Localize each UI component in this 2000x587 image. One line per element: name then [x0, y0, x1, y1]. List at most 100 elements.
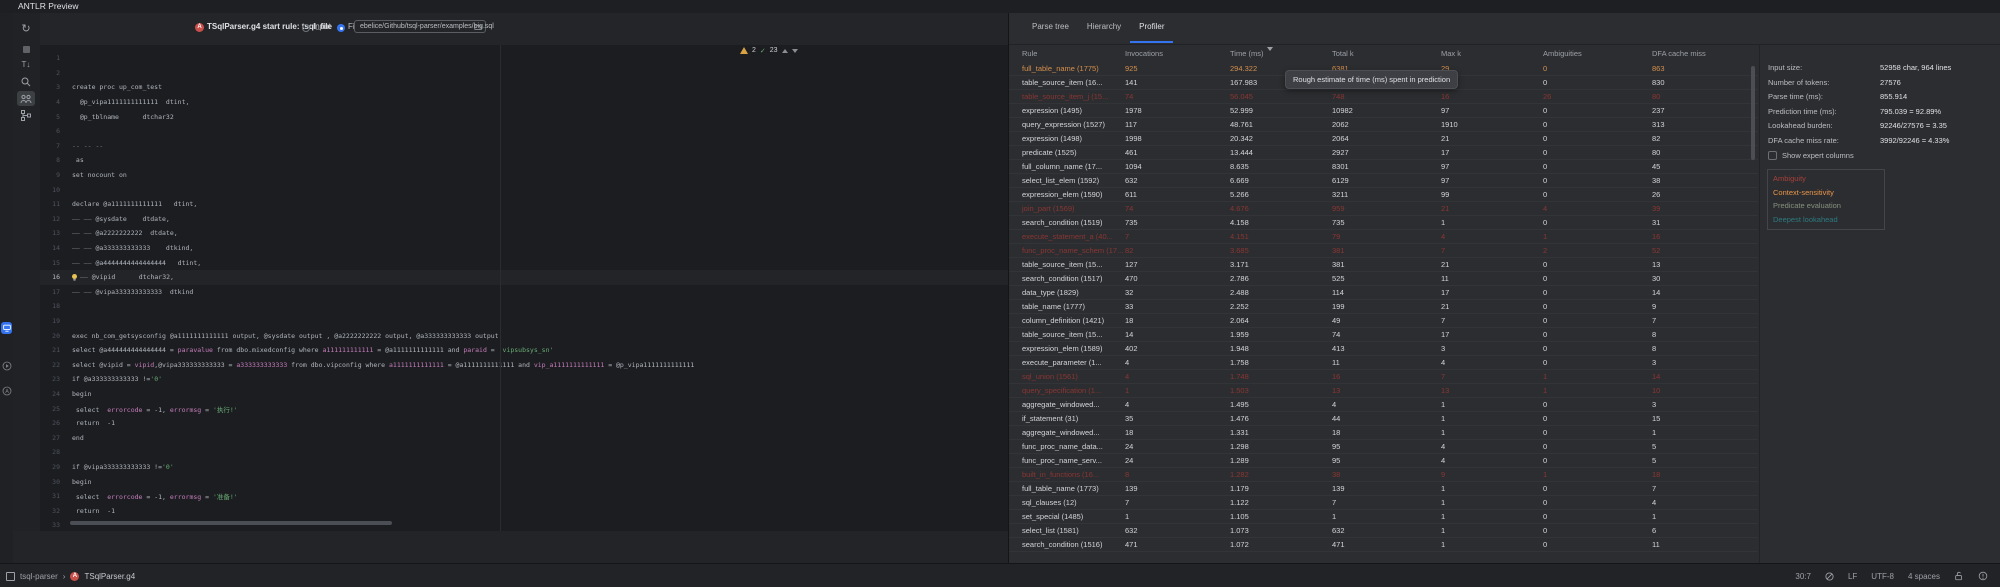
profiler-row[interactable]: data_type (1829)322.48811417014 — [1009, 286, 1758, 300]
code-line: 22select @vipid = vipid,@vipa33333333333… — [40, 357, 1008, 372]
code-line: 25 select errorcode = -1, errormsg = '执行… — [40, 401, 1008, 416]
code-line: 6 — [40, 124, 1008, 139]
line-number: 7 — [40, 142, 60, 150]
profiler-row[interactable]: func_proc_name_schem (17...823.685381725… — [1009, 244, 1758, 258]
profiler-row[interactable]: expression_elem (1590)6115.266321199026 — [1009, 188, 1758, 202]
profiler-row[interactable]: sql_union (1561)41.748167114 — [1009, 370, 1758, 384]
profiler-row[interactable]: search_condition (1519)7354.1587351031 — [1009, 216, 1758, 230]
show-expert-columns[interactable]: Show expert columns — [1768, 151, 1854, 160]
breadcrumb-project[interactable]: tsql-parser — [20, 572, 58, 581]
chevron-down-icon[interactable] — [792, 49, 798, 53]
column-header-ca[interactable]: Ambiguities — [1543, 47, 1582, 61]
antlr-grammar-tool-icon[interactable]: A — [1, 385, 12, 397]
stat-row: Prediction time (ms):795.039 = 92.89% — [1760, 105, 2000, 119]
indent-setting[interactable]: 4 spaces — [1908, 572, 1940, 581]
breadcrumb: tsql-parser › A TSqlParser.g4 — [0, 572, 135, 581]
profiler-row[interactable]: full_table_name (1773)1391.179139107 — [1009, 482, 1758, 496]
column-header-ci[interactable]: Invocations — [1125, 47, 1163, 61]
antlr-preview-tool-icon[interactable] — [1, 322, 12, 334]
stop-icon[interactable] — [17, 42, 35, 57]
profiler-row[interactable]: table_source_item_j (15...7456.045748162… — [1009, 90, 1758, 104]
code-line: 29if @vipa333333333333 !='0' — [40, 460, 1008, 475]
file-path-field[interactable]: ebelice/Github/tsql-parser/examples/big.… — [354, 20, 486, 33]
scroll-to-source-icon[interactable]: T↓ — [17, 57, 35, 72]
tab-profiler[interactable]: Profiler — [1130, 13, 1173, 43]
profiler-row[interactable]: predicate (1525)46113.444292717080 — [1009, 146, 1758, 160]
profiler-row[interactable]: table_source_item (15...141.959741708 — [1009, 328, 1758, 342]
column-header-ck[interactable]: Total k — [1332, 47, 1354, 61]
chevron-up-icon[interactable] — [782, 49, 788, 53]
code-line: 15—— —— @a4444444444444444 dtint, — [40, 255, 1008, 270]
caret-position[interactable]: 30:7 — [1795, 572, 1811, 581]
code-line: 23if @a333333333333 !='0' — [40, 372, 1008, 387]
code-line: 26 return -1 — [40, 416, 1008, 431]
profiler-row[interactable]: built_in_functions (16...81.282389118 — [1009, 468, 1758, 482]
profiler-row[interactable]: query_specification (1...11.5031313110 — [1009, 384, 1758, 398]
antlr-right-panel: Parse treeHierarchyProfiler Rule Invocati… — [1008, 13, 2000, 563]
structure-icon[interactable] — [17, 108, 35, 123]
profiler-row[interactable]: expression (1498)199820.342206421082 — [1009, 132, 1758, 146]
tab-hierarchy[interactable]: Hierarchy — [1078, 13, 1130, 43]
breadcrumb-file[interactable]: TSqlParser.g4 — [84, 572, 135, 581]
profiler-row[interactable]: expression_elem (1589)4021.948413308 — [1009, 342, 1758, 356]
editor-horizontal-scrollbar[interactable] — [70, 521, 392, 525]
refresh-icon[interactable]: ↻ — [17, 21, 35, 36]
profiler-row[interactable]: aggregate_windowed...41.4954103 — [1009, 398, 1758, 412]
line-number: 26 — [40, 419, 60, 427]
line-number: 2 — [40, 69, 60, 77]
profiler-scrollbar[interactable] — [1751, 66, 1755, 160]
code-line: 7-- -- -- — [40, 139, 1008, 154]
find-icon[interactable] — [17, 74, 35, 89]
checkbox-icon[interactable] — [1768, 151, 1777, 160]
code-line: 21select @a444444444444444 = paravalue f… — [40, 343, 1008, 358]
input-radio[interactable] — [302, 24, 310, 32]
input-radio-label[interactable]: Input — [313, 22, 331, 31]
profiler-row[interactable]: func_proc_name_data...241.29895405 — [1009, 440, 1758, 454]
encoding[interactable]: UTF-8 — [1871, 572, 1894, 581]
profiler-row[interactable]: table_name (1777)332.2521992109 — [1009, 300, 1758, 314]
profiler-row[interactable]: select_list (1581)6321.073632106 — [1009, 524, 1758, 538]
profiler-row[interactable]: execute_statement_a (40...74.151794116 — [1009, 230, 1758, 244]
hierarchy-icon[interactable] — [17, 91, 35, 106]
profiler-row[interactable]: func_proc_name_serv...241.28995405 — [1009, 454, 1758, 468]
line-number: 14 — [40, 244, 60, 252]
inspection-widget[interactable]: 2 ✓ 23 — [740, 45, 798, 56]
legend-ambiguity: Ambiguity — [1768, 172, 1884, 186]
line-number: 10 — [40, 186, 60, 194]
profiler-row[interactable]: sql_clauses (12)71.1227104 — [1009, 496, 1758, 510]
time-column-tooltip: Rough estimate of time (ms) spent in pre… — [1285, 70, 1458, 89]
profiler-row[interactable]: query_expression (1527)11748.76120621910… — [1009, 118, 1758, 132]
run-tool-icon[interactable] — [1, 360, 12, 372]
checkbox-label: Show expert columns — [1782, 151, 1854, 160]
code-lines: 123create proc up_com_test4 @p_vipa11111… — [40, 51, 1008, 531]
intention-bulb-icon[interactable] — [72, 274, 77, 279]
profiler-row[interactable]: if_statement (31)351.476441015 — [1009, 412, 1758, 426]
line-number: 23 — [40, 375, 60, 383]
profiler-row[interactable]: aggregate_windowed...181.33118101 — [1009, 426, 1758, 440]
profiler-row[interactable]: column_definition (1421)182.06449707 — [1009, 314, 1758, 328]
column-header-cr[interactable]: Rule — [1022, 47, 1037, 61]
file-radio[interactable] — [337, 24, 345, 32]
no-inspection-icon[interactable] — [1825, 572, 1834, 581]
profiler-row[interactable]: select_list_elem (1592)6326.669612997038 — [1009, 174, 1758, 188]
profiler-row[interactable]: table_source_item (15...1273.17138121013 — [1009, 258, 1758, 272]
column-header-ct[interactable]: Time (ms) — [1230, 47, 1263, 61]
profiler-row[interactable]: execute_parameter (1...41.75811403 — [1009, 356, 1758, 370]
error-status-icon[interactable] — [1978, 571, 1988, 581]
folder-icon[interactable] — [474, 23, 482, 31]
profiler-row[interactable]: expression (1495)197852.99910982970237 — [1009, 104, 1758, 118]
column-header-cd[interactable]: DFA cache miss — [1652, 47, 1706, 61]
profiler-row[interactable]: set_special (1485)11.1051101 — [1009, 510, 1758, 524]
profiler-row[interactable]: search_condition (1516)4711.0724711011 — [1009, 538, 1758, 552]
column-header-cm[interactable]: Max k — [1441, 47, 1461, 61]
line-number: 27 — [40, 434, 60, 442]
editor-bottom-strip — [13, 531, 1008, 563]
profiler-row[interactable]: full_column_name (17...10948.63583019704… — [1009, 160, 1758, 174]
profiler-row[interactable]: join_part (1569)744.67695921439 — [1009, 202, 1758, 216]
code-editor[interactable]: 123create proc up_com_test4 @p_vipa11111… — [40, 45, 1008, 531]
profiler-row[interactable]: search_condition (1517)4702.78652511030 — [1009, 272, 1758, 286]
unlock-icon[interactable] — [1954, 571, 1964, 581]
tab-parse-tree[interactable]: Parse tree — [1023, 13, 1078, 43]
line-ending[interactable]: LF — [1848, 572, 1857, 581]
breadcrumb-separator-icon: › — [63, 572, 66, 581]
